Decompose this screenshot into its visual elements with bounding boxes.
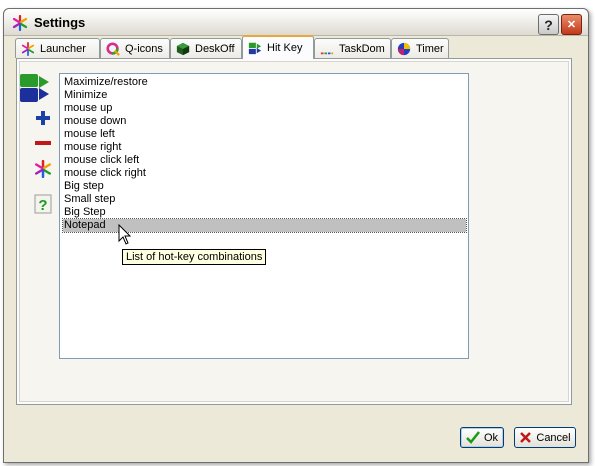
mouse-cursor-icon xyxy=(118,224,132,245)
q-icons-icon xyxy=(106,41,120,56)
cancel-button[interactable]: Cancel xyxy=(514,427,576,448)
tab-label: Launcher xyxy=(40,42,86,55)
cancel-button-label: Cancel xyxy=(536,431,571,444)
title-bar[interactable]: Settings ? ✕ xyxy=(4,9,588,36)
list-item[interactable]: Maximize/restore xyxy=(63,76,466,89)
tab-label: Q-icons xyxy=(125,42,163,55)
close-button[interactable]: ✕ xyxy=(561,14,582,35)
cancel-x-icon xyxy=(520,432,532,443)
ok-button[interactable]: Ok xyxy=(460,427,504,448)
tab-q-icons[interactable]: Q-icons xyxy=(100,38,170,58)
asterisk-star-icon xyxy=(21,41,35,56)
tab-taskdom[interactable]: TaskDom xyxy=(314,38,391,58)
list-item[interactable]: Big Step xyxy=(63,206,466,219)
minus-icon xyxy=(35,141,51,145)
svg-text:?: ? xyxy=(38,197,47,214)
plus-icon xyxy=(36,111,50,125)
tab-label: DeskOff xyxy=(195,42,235,55)
tab-label: Hit Key xyxy=(267,42,303,54)
tab-label: TaskDom xyxy=(339,42,385,55)
launcher-button[interactable] xyxy=(33,159,53,179)
tooltip: List of hot-key combinations xyxy=(122,249,267,265)
question-mark-icon: ? xyxy=(34,194,52,214)
taskbar-icon xyxy=(320,52,334,54)
cube-icon xyxy=(176,42,190,55)
list-item[interactable]: Big step xyxy=(63,180,466,193)
hotkey-list[interactable]: Maximize/restore Minimize mouse up mouse do… xyxy=(59,73,469,359)
list-item[interactable]: mouse click right xyxy=(63,167,466,180)
list-item[interactable]: Small step xyxy=(63,193,466,206)
tab-deskoff[interactable]: DeskOff xyxy=(170,38,242,58)
tab-label: Timer xyxy=(416,42,444,55)
asterisk-star-icon xyxy=(35,160,51,178)
hotkey-large-icon xyxy=(20,74,49,102)
list-item[interactable]: mouse up xyxy=(63,102,466,115)
tab-strip: Launcher Q-icons DeskOff Hit Key TaskDom… xyxy=(15,35,465,59)
list-item[interactable]: mouse right xyxy=(63,141,466,154)
help-tool-button[interactable]: ? xyxy=(33,194,53,214)
tab-timer[interactable]: Timer xyxy=(391,38,449,58)
globe-clock-icon xyxy=(397,42,411,55)
list-item[interactable]: mouse down xyxy=(63,115,466,128)
checkmark-icon xyxy=(466,431,480,444)
list-item[interactable]: mouse click left xyxy=(63,154,466,167)
tab-hit-key[interactable]: Hit Key xyxy=(242,35,314,59)
help-button[interactable]: ? xyxy=(538,14,559,35)
asterisk-star-icon xyxy=(12,15,28,31)
hotkey-icon xyxy=(248,42,262,55)
list-item[interactable]: mouse left xyxy=(63,128,466,141)
ok-button-label: Ok xyxy=(483,431,499,444)
window-title: Settings xyxy=(34,15,86,30)
tab-launcher[interactable]: Launcher xyxy=(15,38,100,58)
list-item[interactable]: Minimize xyxy=(63,89,466,102)
remove-button[interactable] xyxy=(33,133,53,153)
add-button[interactable] xyxy=(33,108,53,128)
